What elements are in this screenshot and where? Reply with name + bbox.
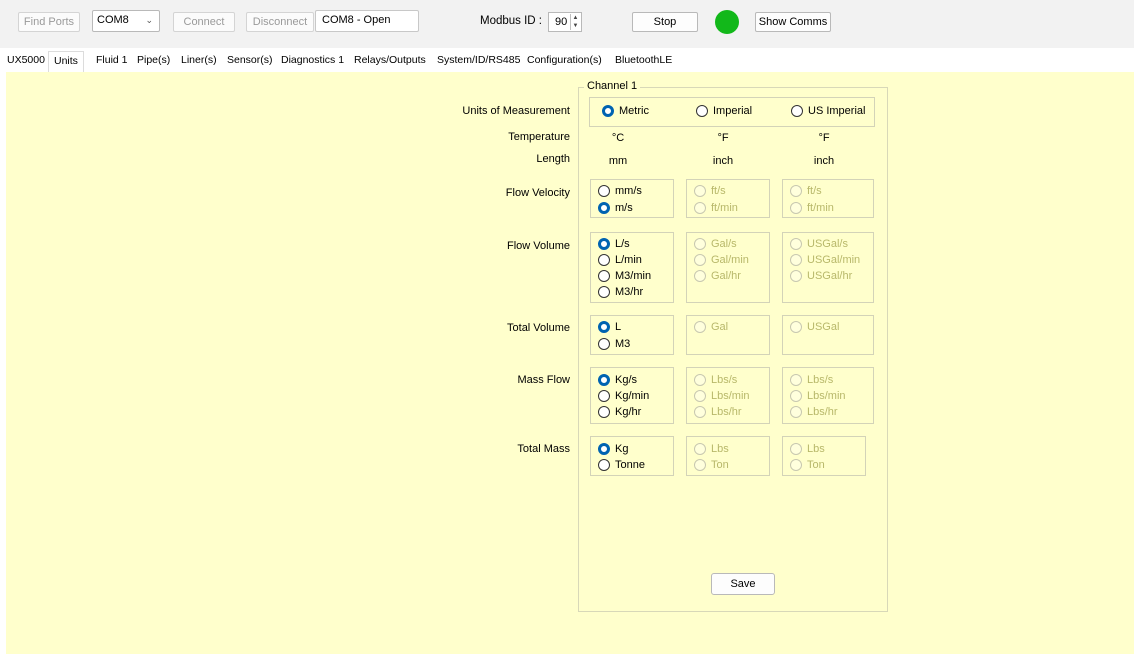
radio-ton[interactable]: Ton bbox=[694, 459, 729, 471]
radio-kg-s[interactable]: Kg/s bbox=[598, 374, 637, 386]
total-mass-label: Total Mass bbox=[517, 443, 570, 455]
status-led-icon bbox=[715, 10, 739, 34]
radio-us-lbs-s[interactable]: Lbs/s bbox=[790, 374, 833, 386]
mass-flow-label: Mass Flow bbox=[517, 374, 570, 386]
temperature-imperial: °F bbox=[717, 132, 729, 144]
radio-usgal-min[interactable]: USGal/min bbox=[790, 254, 860, 266]
temperature-us: °F bbox=[818, 132, 830, 144]
radio-us-ft-s[interactable]: ft/s bbox=[790, 185, 822, 197]
radio-l[interactable]: L bbox=[598, 321, 621, 333]
radio-gal-min[interactable]: Gal/min bbox=[694, 254, 749, 266]
radio-imperial[interactable]: Imperial bbox=[696, 105, 752, 117]
radio-m3-hr[interactable]: M3/hr bbox=[598, 286, 643, 298]
tab-diagnostics-1[interactable]: Diagnostics 1 bbox=[281, 54, 344, 66]
temperature-label: Temperature bbox=[508, 131, 570, 143]
radio-usgal-hr[interactable]: USGal/hr bbox=[790, 270, 852, 282]
tab-fluid-1[interactable]: Fluid 1 bbox=[96, 54, 128, 66]
radio-ft-min[interactable]: ft/min bbox=[694, 202, 738, 214]
radio-us-imperial[interactable]: US Imperial bbox=[791, 105, 865, 117]
modbus-id-spinner[interactable]: 90 ▲ ▼ bbox=[548, 12, 582, 32]
tab-units[interactable]: Units bbox=[48, 51, 84, 72]
radio-us-lbs-hr[interactable]: Lbs/hr bbox=[790, 406, 838, 418]
radio-usgal-s[interactable]: USGal/s bbox=[790, 238, 848, 250]
radio-ft-s[interactable]: ft/s bbox=[694, 185, 726, 197]
radio-mm-s[interactable]: mm/s bbox=[598, 185, 642, 197]
radio-l-s[interactable]: L/s bbox=[598, 238, 630, 250]
radio-us-ton[interactable]: Ton bbox=[790, 459, 825, 471]
save-button[interactable]: Save bbox=[711, 573, 775, 595]
length-imperial: inch bbox=[712, 155, 734, 167]
radio-lbs-s[interactable]: Lbs/s bbox=[694, 374, 737, 386]
temperature-metric: °C bbox=[611, 132, 625, 144]
radio-lbs[interactable]: Lbs bbox=[694, 443, 729, 455]
radio-gal-hr[interactable]: Gal/hr bbox=[694, 270, 741, 282]
modbus-id-label: Modbus ID : bbox=[480, 15, 542, 27]
radio-metric[interactable]: Metric bbox=[602, 105, 649, 117]
radio-us-ft-min[interactable]: ft/min bbox=[790, 202, 834, 214]
radio-lbs-hr[interactable]: Lbs/hr bbox=[694, 406, 742, 418]
radio-kg[interactable]: Kg bbox=[598, 443, 628, 455]
channel-1-title: Channel 1 bbox=[584, 80, 641, 92]
tab-bluetoothle[interactable]: BluetoothLE bbox=[615, 54, 672, 66]
tab-relays-outputs[interactable]: Relays/Outputs bbox=[354, 54, 426, 66]
disconnect-button[interactable]: Disconnect bbox=[246, 12, 314, 32]
radio-us-lbs[interactable]: Lbs bbox=[790, 443, 825, 455]
length-label: Length bbox=[536, 153, 570, 165]
radio-kg-hr[interactable]: Kg/hr bbox=[598, 406, 641, 418]
port-select[interactable]: COM8 ⌄ bbox=[92, 10, 160, 32]
radio-tonne[interactable]: Tonne bbox=[598, 459, 645, 471]
length-metric: mm bbox=[608, 155, 628, 167]
find-ports-button[interactable]: Find Ports bbox=[18, 12, 80, 32]
chevron-down-icon: ⌄ bbox=[145, 15, 153, 25]
radio-gal-s[interactable]: Gal/s bbox=[694, 238, 737, 250]
radio-dot-icon bbox=[791, 105, 803, 117]
port-select-value: COM8 bbox=[97, 14, 129, 26]
radio-dot-icon bbox=[696, 105, 708, 117]
flow-volume-label: Flow Volume bbox=[507, 240, 570, 252]
length-us: inch bbox=[813, 155, 835, 167]
radio-kg-min[interactable]: Kg/min bbox=[598, 390, 649, 402]
units-panel: Channel 1 Units of Measurement Temperatu… bbox=[6, 72, 1134, 654]
radio-gal[interactable]: Gal bbox=[694, 321, 728, 333]
tab-ux5000[interactable]: UX5000 bbox=[7, 54, 45, 66]
radio-m-s[interactable]: m/s bbox=[598, 202, 633, 214]
modbus-id-value: 90 bbox=[555, 16, 568, 28]
radio-dot-icon bbox=[602, 105, 614, 117]
toolbar: Find Ports COM8 ⌄ Connect Disconnect COM… bbox=[0, 0, 1134, 48]
stop-button[interactable]: Stop bbox=[632, 12, 698, 32]
tab-configurations[interactable]: Configuration(s) bbox=[527, 54, 602, 66]
units-of-measurement-label: Units of Measurement bbox=[462, 105, 570, 117]
radio-m3[interactable]: M3 bbox=[598, 338, 630, 350]
tab-sensors[interactable]: Sensor(s) bbox=[227, 54, 273, 66]
flow-velocity-label: Flow Velocity bbox=[505, 187, 570, 199]
radio-lbs-min[interactable]: Lbs/min bbox=[694, 390, 750, 402]
tab-bar: UX5000 Units Fluid 1 Pipe(s) Liner(s) Se… bbox=[0, 48, 1134, 72]
tab-liners[interactable]: Liner(s) bbox=[181, 54, 217, 66]
connection-status-field: COM8 - Open bbox=[315, 10, 419, 32]
spinner-arrows-icon[interactable]: ▲ ▼ bbox=[570, 14, 580, 30]
total-volume-label: Total Volume bbox=[507, 322, 570, 334]
radio-l-min[interactable]: L/min bbox=[598, 254, 642, 266]
connect-button[interactable]: Connect bbox=[173, 12, 235, 32]
show-comms-button[interactable]: Show Comms bbox=[755, 12, 831, 32]
tab-system-id-rs485[interactable]: System/ID/RS485 bbox=[437, 54, 520, 66]
tab-pipes[interactable]: Pipe(s) bbox=[137, 54, 170, 66]
radio-usgal[interactable]: USGal bbox=[790, 321, 839, 333]
radio-us-lbs-min[interactable]: Lbs/min bbox=[790, 390, 846, 402]
radio-m3-min[interactable]: M3/min bbox=[598, 270, 651, 282]
